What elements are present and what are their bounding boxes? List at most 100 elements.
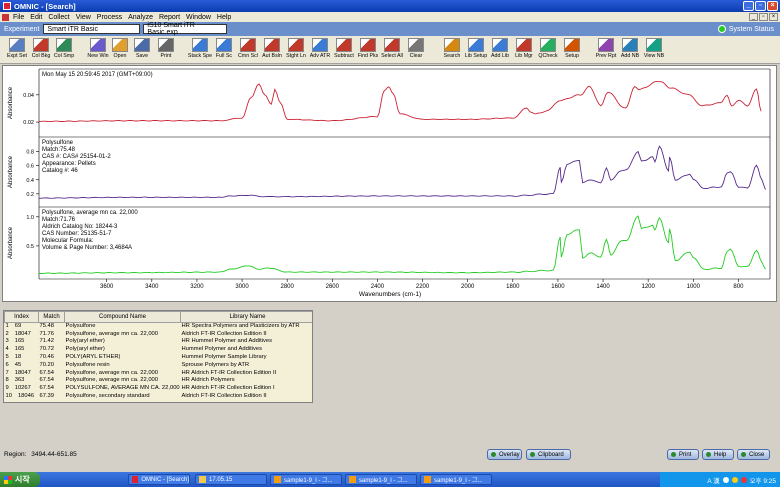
table-row[interactable]: 5 18 70.46 POLY(ARYL ETHER) Hummel Polymer S… bbox=[5, 354, 313, 362]
clipboard-button[interactable]: Clipboard bbox=[526, 449, 571, 460]
x-tick-label: 2800 bbox=[280, 284, 294, 290]
index-cell-value: 18046 bbox=[17, 393, 35, 400]
x-tick-label: 3200 bbox=[190, 284, 204, 290]
save-disk-icon bbox=[134, 38, 150, 52]
view-notebook-icon bbox=[646, 38, 662, 52]
table-row[interactable]: 4 165 70.72 Poly(aryl ether) Hummel Polymer … bbox=[5, 346, 313, 354]
close-button[interactable]: Close bbox=[737, 449, 770, 460]
toolbar-button-view-nb[interactable]: View NB bbox=[640, 38, 668, 62]
table-row[interactable]: 10 18046 67.39 Polysulfone, secondary stand… bbox=[5, 393, 313, 401]
index-cell-value: 5 bbox=[5, 354, 9, 361]
library-results-table[interactable]: Index Match Compound Name Library Name 1… bbox=[3, 310, 313, 403]
match-cell: 67.54 bbox=[39, 385, 65, 393]
match-cell-value: 67.39 bbox=[39, 393, 55, 400]
match-cell: 71.42 bbox=[39, 338, 65, 346]
task-sample-1[interactable]: sample1-9_l - 그... bbox=[270, 474, 342, 485]
menu-edit[interactable]: Edit bbox=[30, 14, 42, 21]
full-scale-icon bbox=[216, 38, 232, 52]
experiment-config-select[interactable]: iS10 Smart iTR Basic.exp bbox=[143, 22, 228, 36]
maximize-icon[interactable]: ▫ bbox=[755, 1, 766, 11]
task-sample-2[interactable]: sample1-9_l - 그... bbox=[345, 474, 417, 485]
menu-help[interactable]: Help bbox=[217, 14, 231, 21]
menu-report[interactable]: Report bbox=[159, 14, 180, 21]
toolbar-button-clear[interactable]: Clear bbox=[402, 38, 430, 62]
table-row[interactable]: 1 69 75.48 Polysulfone HR Spectra Polymers a… bbox=[5, 323, 313, 331]
menu-file[interactable]: File bbox=[13, 14, 24, 21]
table-row[interactable]: 6 45 70.20 Polysulfone resin Sprouse Polymer… bbox=[5, 361, 313, 370]
experiment-label: Experiment bbox=[4, 25, 40, 33]
tray-security-icon[interactable] bbox=[740, 476, 747, 483]
table-row[interactable]: 8 363 67.54 Polysulfone, average mn ca. 22,… bbox=[5, 377, 313, 385]
print-button[interactable]: Print bbox=[667, 449, 699, 460]
input-language[interactable]: A 漢 bbox=[707, 475, 719, 485]
auto-baseline-icon bbox=[264, 38, 280, 52]
toolbar-button-print[interactable]: Print bbox=[152, 38, 180, 62]
match-cell: 67.54 bbox=[39, 377, 65, 385]
advanced-atr-icon bbox=[312, 38, 328, 52]
compound-cell-value: POLY(ARYL ETHER) bbox=[65, 354, 121, 361]
column-header-index[interactable]: Index bbox=[4, 311, 39, 323]
index-cell-value: 2 bbox=[5, 330, 9, 337]
x-tick-label: 2000 bbox=[461, 284, 475, 290]
paint-icon bbox=[424, 476, 431, 483]
toolbar-button-setup[interactable]: Setup bbox=[558, 38, 586, 62]
table-row[interactable]: 7 18047 67.54 Polysulfone, average mn ca. 2… bbox=[5, 369, 313, 378]
x-tick-label: 1800 bbox=[506, 284, 520, 290]
doc-minimize-icon[interactable]: _ bbox=[749, 13, 758, 21]
menu-process[interactable]: Process bbox=[97, 14, 122, 21]
menu-window[interactable]: Window bbox=[186, 14, 211, 21]
task-omnic[interactable]: OMNIC - [Search] bbox=[128, 474, 190, 485]
overlay-button[interactable]: Overlay bbox=[487, 449, 522, 460]
menu-view[interactable]: View bbox=[76, 14, 91, 21]
minimize-icon[interactable]: _ bbox=[743, 1, 754, 11]
task-folder[interactable]: 17.05.15 bbox=[195, 474, 267, 485]
doc-close-icon[interactable]: × bbox=[769, 13, 778, 21]
task-sample-3[interactable]: sample1-9_l - 그... bbox=[420, 474, 492, 485]
table-row[interactable]: 9 10267 67.54 POLYSULFONE, AVERAGE MN CA. 2… bbox=[5, 385, 313, 393]
column-header-library[interactable]: Library Name bbox=[180, 311, 312, 323]
experiment-select[interactable]: Smart iTR Basic bbox=[43, 24, 141, 34]
spectrum-info-text: CAS Number: 25135-51-7 bbox=[42, 231, 112, 237]
table-row[interactable]: 2 18047 71.76 Polysulfone, average mn ca. 2… bbox=[5, 330, 313, 339]
tray-network-icon[interactable] bbox=[722, 476, 729, 483]
menu-bar: File Edit Collect View Process Analyze R… bbox=[0, 12, 780, 22]
match-cell-value: 70.46 bbox=[39, 354, 55, 361]
straight-line-icon bbox=[288, 38, 304, 52]
library-cell: HR Aldrich Polymers bbox=[181, 377, 313, 385]
window-title: OMNIC - [Search] bbox=[14, 1, 76, 11]
menu-collect[interactable]: Collect bbox=[48, 14, 69, 21]
index-cell-value: 4 bbox=[5, 346, 9, 353]
toolbar-button-col-smp[interactable]: Col Smp bbox=[50, 38, 78, 62]
index-cell-value: 8 bbox=[5, 377, 9, 384]
tray-warning-icon[interactable] bbox=[731, 476, 738, 483]
collect-sample-icon bbox=[56, 38, 72, 52]
spectra-window[interactable]: 3600 3400 3200 3000 2800 2600 2400 2200 2000 1800… bbox=[2, 65, 777, 302]
toolbar-button-label: Col Smp bbox=[53, 53, 75, 59]
compound-cell: Polysulfone, average mn ca. 22,000 bbox=[65, 370, 181, 378]
menu-analyze[interactable]: Analyze bbox=[128, 14, 153, 21]
index-cell-value: 45 bbox=[14, 361, 22, 368]
match-cell-value: 70.72 bbox=[39, 346, 55, 353]
system-status[interactable]: System Status bbox=[717, 25, 774, 33]
select-all-icon bbox=[384, 38, 400, 52]
close-icon[interactable]: × bbox=[767, 1, 778, 11]
x-tick-label: 3600 bbox=[100, 284, 114, 290]
index-cell-value: 18047 bbox=[14, 369, 31, 376]
match-cell: 70.72 bbox=[39, 346, 65, 354]
doc-restore-icon[interactable]: ▫ bbox=[759, 13, 768, 21]
x-tick-label: 3400 bbox=[145, 284, 159, 290]
column-header-match[interactable]: Match bbox=[38, 311, 65, 323]
index-cell: 3 165 bbox=[5, 338, 39, 346]
column-header-compound[interactable]: Compound Name bbox=[64, 311, 181, 323]
clipboard-icon bbox=[530, 452, 535, 457]
spectra-plot[interactable]: 3600 3400 3200 3000 2800 2600 2400 2200 2000 1800… bbox=[3, 66, 776, 301]
document-icon[interactable] bbox=[2, 13, 9, 21]
library-cell-value: Hummel Polymer Sample Library bbox=[181, 354, 267, 361]
compound-cell: POLY(ARYL ETHER) bbox=[65, 354, 181, 362]
new-window-icon bbox=[90, 38, 106, 52]
help-button[interactable]: Help bbox=[702, 449, 734, 460]
toolbar-button-label: Setup bbox=[565, 53, 579, 59]
omnic-task-icon bbox=[132, 476, 139, 483]
start-button[interactable]: 시작 bbox=[0, 472, 40, 487]
table-row[interactable]: 3 165 71.42 Poly(aryl ether) HR Hummel Polym… bbox=[5, 338, 313, 346]
